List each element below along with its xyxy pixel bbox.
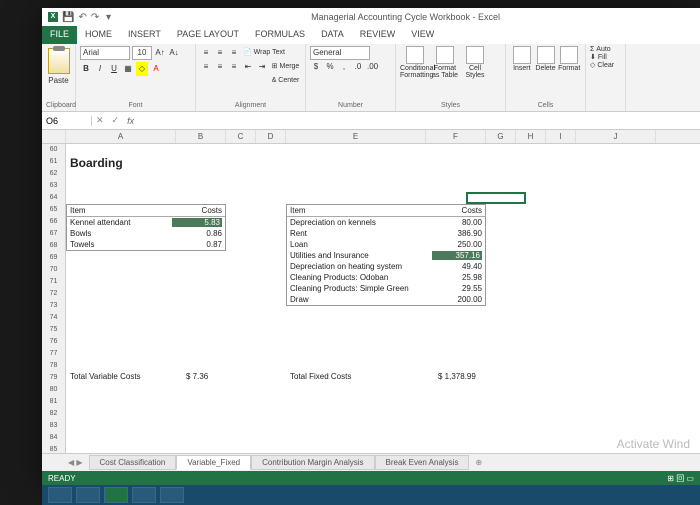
redo-icon[interactable]: ↷ <box>91 12 99 23</box>
ribbon: Paste Clipboard Arial 10 A↑ A↓ B I U ▦ ◇… <box>42 44 700 112</box>
format-table-button[interactable]: Format as Table <box>430 46 460 79</box>
paste-icon[interactable] <box>48 48 70 74</box>
shrink-font-icon[interactable]: A↓ <box>168 46 180 60</box>
underline-button[interactable]: U <box>108 62 120 76</box>
excel-icon: X <box>48 12 58 22</box>
tab-file[interactable]: FILE <box>42 26 77 44</box>
fx-icon[interactable]: fx <box>123 116 138 126</box>
tab-review[interactable]: REVIEW <box>352 26 404 44</box>
font-size-select[interactable]: 10 <box>132 46 152 60</box>
total-fixed-value: $ 1,378.99 <box>438 372 476 381</box>
align-bot-icon[interactable]: ≡ <box>228 46 240 60</box>
paste-label: Paste <box>46 76 71 85</box>
window-title: Managerial Accounting Cycle Workbook - E… <box>111 12 700 22</box>
title-bar: X 💾 ↶ ↷ ‎ ▾ Managerial Accounting Cycle … <box>42 8 700 26</box>
name-box[interactable]: O6 <box>42 116 92 126</box>
border-icon[interactable]: ▦ <box>122 62 134 76</box>
selected-cell <box>466 192 526 204</box>
undo-icon[interactable]: ↶ <box>78 12 86 23</box>
status-bar: READY ⊞ 回 ▭ <box>42 471 700 485</box>
italic-button[interactable]: I <box>94 62 106 76</box>
taskbar-app[interactable] <box>132 487 156 503</box>
font-color-icon[interactable]: A <box>150 62 162 76</box>
insert-cells-button[interactable]: Insert <box>510 46 534 72</box>
wrap-text-button[interactable]: 📄 Wrap Text <box>242 46 286 60</box>
cancel-formula-icon[interactable]: ✕ <box>92 115 108 126</box>
merge-button[interactable]: ⊞ Merge & Center <box>270 60 301 74</box>
comma-icon[interactable]: , <box>338 60 350 74</box>
taskbar-app[interactable] <box>48 487 72 503</box>
conditional-formatting-button[interactable]: Conditional Formatting <box>400 46 430 79</box>
tab-home[interactable]: HOME <box>77 26 120 44</box>
align-left-icon[interactable]: ≡ <box>200 60 212 74</box>
align-mid-icon[interactable]: ≡ <box>214 46 226 60</box>
delete-cells-button[interactable]: Delete <box>534 46 558 72</box>
tab-data[interactable]: DATA <box>313 26 352 44</box>
save-icon[interactable]: 💾 <box>62 12 74 23</box>
section-title: Boarding <box>70 156 123 170</box>
status-text: READY <box>48 474 76 483</box>
activate-watermark: Activate Wind <box>617 437 690 451</box>
ribbon-tabs: FILE HOME INSERT PAGE LAYOUT FORMULAS DA… <box>42 26 700 44</box>
autosum-button[interactable]: Σ Auto <box>590 46 621 53</box>
format-cells-button[interactable]: Format <box>557 46 581 72</box>
tab-view[interactable]: VIEW <box>403 26 442 44</box>
currency-icon[interactable]: $ <box>310 60 322 74</box>
taskbar-app[interactable] <box>104 487 128 503</box>
align-right-icon[interactable]: ≡ <box>228 60 240 74</box>
tab-pagelayout[interactable]: PAGE LAYOUT <box>169 26 247 44</box>
font-name-select[interactable]: Arial <box>80 46 130 60</box>
variable-costs-table: ItemCosts Kennel attendant5.83Bowls0.86T… <box>66 204 226 251</box>
view-controls[interactable]: ⊞ 回 ▭ <box>667 473 694 484</box>
fill-color-icon[interactable]: ◇ <box>136 62 148 76</box>
dec-dec-icon[interactable]: .00 <box>366 60 379 74</box>
sheet-tab-break-even[interactable]: Break Even Analysis <box>375 455 470 470</box>
tab-formulas[interactable]: FORMULAS <box>247 26 313 44</box>
sheet-tab-cost-classification[interactable]: Cost Classification <box>89 455 177 470</box>
indent-dec-icon[interactable]: ⇤ <box>242 60 254 74</box>
fill-button[interactable]: ⬇ Fill <box>590 53 621 61</box>
sheet-tab-variable-fixed[interactable]: Variable_Fixed <box>176 455 251 470</box>
inc-dec-icon[interactable]: .0 <box>352 60 364 74</box>
percent-icon[interactable]: % <box>324 60 336 74</box>
taskbar-app[interactable] <box>160 487 184 503</box>
enter-formula-icon[interactable]: ✓ <box>108 115 124 126</box>
grow-font-icon[interactable]: A↑ <box>154 46 166 60</box>
total-variable-value: $ 7.36 <box>186 372 208 381</box>
spreadsheet-grid[interactable]: ABCDEFGHIJ 60616263646566676869707172737… <box>42 130 700 453</box>
taskbar-app[interactable] <box>76 487 100 503</box>
indent-inc-icon[interactable]: ⇥ <box>256 60 268 74</box>
total-variable-label: Total Variable Costs <box>70 372 141 381</box>
sheet-tabs: ◀ ▶ Cost Classification Variable_Fixed C… <box>42 453 700 471</box>
windows-taskbar <box>42 485 700 505</box>
align-top-icon[interactable]: ≡ <box>200 46 212 60</box>
align-center-icon[interactable]: ≡ <box>214 60 226 74</box>
new-sheet-icon[interactable]: ⊕ <box>469 458 488 467</box>
number-format-select[interactable]: General <box>310 46 370 60</box>
tab-insert[interactable]: INSERT <box>120 26 169 44</box>
sheet-tab-contribution-margin[interactable]: Contribution Margin Analysis <box>251 455 374 470</box>
total-fixed-label: Total Fixed Costs <box>290 372 351 381</box>
bold-button[interactable]: B <box>80 62 92 76</box>
clear-button[interactable]: ◇ Clear <box>590 61 621 69</box>
fixed-costs-table: ItemCosts Depreciation on kennels80.00Re… <box>286 204 486 306</box>
cell-styles-button[interactable]: Cell Styles <box>460 46 490 79</box>
